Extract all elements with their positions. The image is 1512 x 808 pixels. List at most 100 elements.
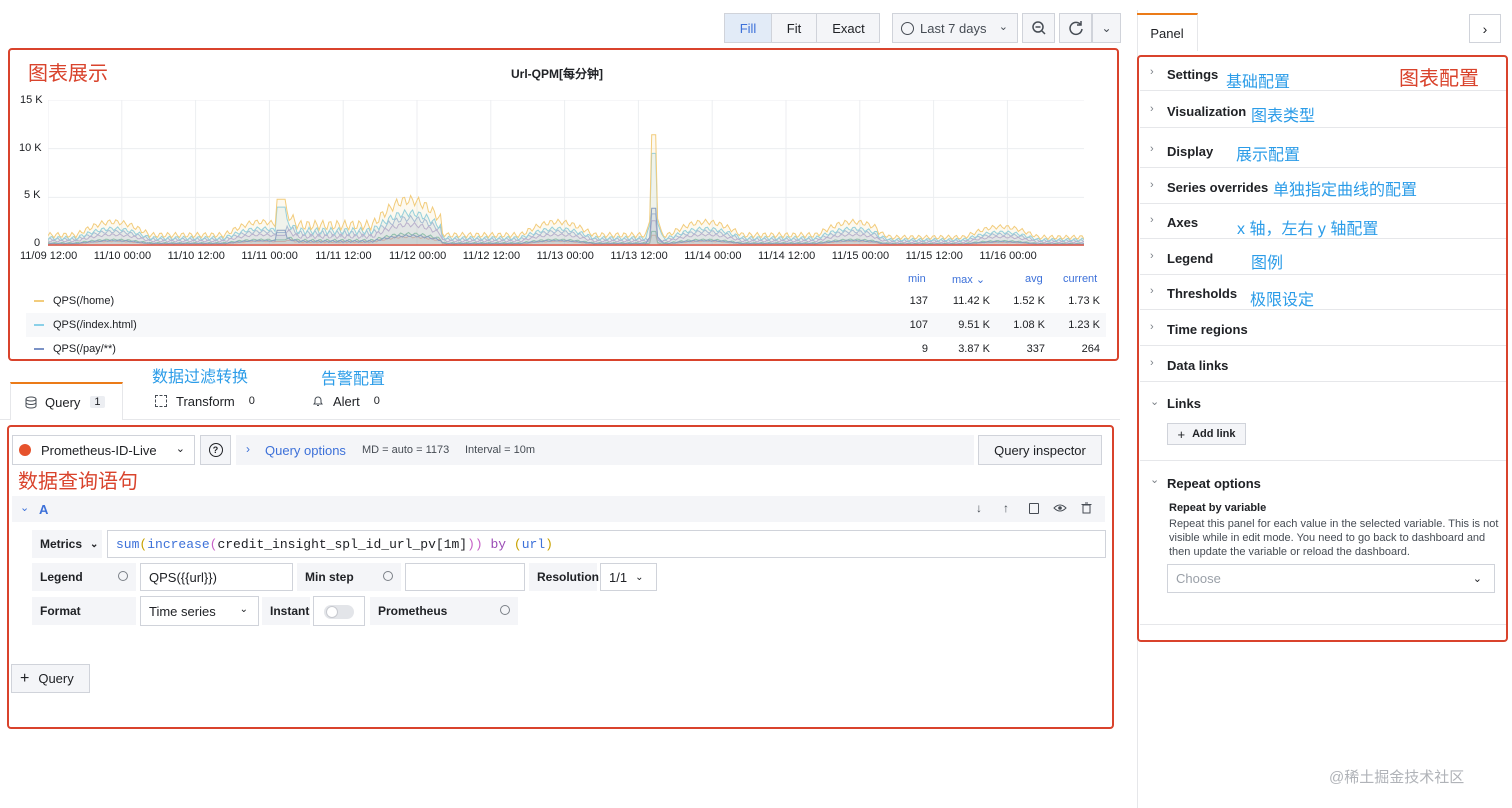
refresh-button[interactable] (1059, 13, 1092, 43)
query-inspector-button[interactable]: Query inspector (978, 435, 1102, 465)
sidebar-section-display[interactable]: › Display (1140, 133, 1506, 168)
sidebar-section-label: Display (1167, 144, 1214, 159)
legend-row[interactable]: QPS(/index.html) 107 9.51 K 1.08 K 1.23 K (26, 313, 1106, 337)
zoom-out-button[interactable] (1022, 13, 1055, 43)
sidebar-section-time-regions[interactable]: › Time regions (1140, 311, 1506, 346)
legend-current: 1.23 K (1068, 319, 1100, 331)
legend-header-avg[interactable]: avg (1025, 273, 1043, 285)
expr-sum: sum (116, 536, 140, 552)
legend-header-max-label: max (952, 274, 973, 286)
repeat-options-label: Repeat options (1167, 476, 1261, 491)
sidebar-section-label: Axes (1167, 215, 1199, 230)
time-range-picker[interactable]: Last 7 days ⌄ (892, 13, 1018, 43)
fill-button[interactable]: Fill (725, 14, 772, 42)
repeat-options-header[interactable]: ⌄ Repeat options (1140, 470, 1506, 496)
add-query-button[interactable]: + Query (11, 664, 90, 693)
tab-transform-count: 0 (248, 395, 255, 407)
refresh-interval-dropdown[interactable]: ⌄ (1092, 13, 1121, 43)
format-label: Format (40, 604, 81, 618)
bell-icon (313, 396, 323, 406)
sidebar-collapse-button[interactable]: › (1469, 14, 1501, 43)
chevron-down-icon: ⌄ (1150, 474, 1160, 486)
sidebar-section-links[interactable]: ⌄ Links (1140, 385, 1506, 420)
sidebar-section-thresholds[interactable]: › Thresholds (1140, 275, 1506, 310)
tab-alert-count: 0 (373, 395, 380, 407)
collapse-chevron-icon[interactable]: ⌄ (20, 501, 29, 514)
expr-paren: ) (545, 536, 553, 552)
repeat-variable-placeholder: Choose (1176, 571, 1221, 586)
min-step-input[interactable] (405, 563, 525, 591)
promql-expression-input[interactable]: sum(increase(credit_insight_spl_id_url_p… (107, 530, 1106, 558)
sidebar-section-settings[interactable]: › Settings (1140, 56, 1506, 91)
query-ref-id[interactable]: A (39, 502, 48, 517)
format-select[interactable]: Time series ⌄ (140, 596, 259, 626)
chart-title: Url-QPM[每分钟] (511, 67, 603, 81)
sidebar-section-visualization[interactable]: › Visualization (1140, 93, 1506, 128)
legend-row[interactable]: QPS(/home) 137 11.42 K 1.52 K 1.73 K (26, 289, 1106, 313)
chevron-down-icon: ⌄ (1472, 573, 1482, 585)
fit-button[interactable]: Fit (772, 14, 817, 42)
prometheus-logo-icon (19, 444, 31, 456)
tab-transform[interactable]: Transform 0 (155, 382, 259, 420)
chevron-right-icon: › (1150, 321, 1154, 333)
query-options-bar[interactable]: › Query options MD = auto = 1173 Interva… (236, 435, 974, 465)
expr-increase: increase (147, 536, 210, 552)
sidebar-section-label: Legend (1167, 251, 1214, 266)
exact-button[interactable]: Exact (817, 14, 880, 42)
legend-max: 3.87 K (958, 343, 990, 355)
expr-paren: )) (467, 536, 483, 552)
annotation-query-statement: 数据查询语句 (18, 471, 138, 493)
annotation-basic-config: 基础配置 (1226, 74, 1291, 91)
clock-icon (901, 21, 914, 35)
instant-toggle[interactable] (324, 605, 354, 619)
plus-icon: + (20, 669, 30, 687)
info-icon (383, 571, 393, 581)
expr-by: by (482, 536, 514, 552)
x-tick: 11/10 00:00 (93, 250, 152, 262)
sidebar-section-data-links[interactable]: › Data links (1140, 347, 1506, 382)
legend-header-min[interactable]: min (908, 273, 926, 285)
chevron-right-icon: › (246, 442, 250, 456)
annotation-chart-display: 图表展示 (28, 63, 108, 85)
add-query-label: Query (38, 671, 74, 686)
move-up-icon[interactable]: ↑ (1003, 501, 1009, 515)
trash-icon[interactable] (1081, 502, 1092, 514)
transform-icon (155, 395, 167, 407)
sidebar-section-label: Settings (1167, 67, 1219, 82)
min-step-label: Min step (305, 570, 354, 584)
chevron-down-icon: ⌄ (239, 604, 248, 615)
legend-swatch (34, 300, 44, 302)
sidebar-section-legend[interactable]: › Legend (1140, 240, 1506, 275)
instant-field-label: Instant (262, 597, 310, 625)
query-interval-value: Interval = 10m (465, 444, 536, 456)
tab-alert[interactable]: Alert 0 (312, 382, 384, 420)
chevron-down-icon: ⌄ (1150, 396, 1160, 408)
legend-min: 107 (909, 319, 928, 331)
legend-swatch (34, 348, 44, 350)
resolution-value: 1/1 (609, 569, 628, 585)
query-options-label: Query options (265, 443, 346, 458)
metrics-selector[interactable]: Metrics ⌄ (32, 530, 102, 558)
legend-format-input[interactable]: QPS({{url}}) (140, 563, 293, 591)
resolution-field-label: Resolution (529, 563, 599, 591)
duplicate-icon[interactable] (1029, 503, 1039, 514)
x-tick: 11/09 12:00 (20, 250, 78, 262)
tab-query[interactable]: Query 1 (10, 382, 123, 420)
database-icon (25, 396, 37, 408)
eye-icon[interactable] (1053, 503, 1067, 513)
legend-header-current[interactable]: current (1063, 273, 1097, 285)
add-link-button[interactable]: + Add link (1167, 423, 1246, 445)
legend-row[interactable]: QPS(/pay/**) 9 3.87 K 337 264 (26, 337, 1106, 361)
annotation-chart-type: 图表类型 (1251, 108, 1316, 125)
refresh-icon (1068, 21, 1083, 36)
tab-panel[interactable]: Panel (1137, 13, 1198, 51)
resolution-select[interactable]: 1/1 ⌄ (600, 563, 657, 591)
legend-max: 11.42 K (952, 295, 990, 307)
repeat-variable-select[interactable]: Choose ⌄ (1167, 564, 1495, 593)
time-range-label: Last 7 days (920, 20, 987, 36)
legend-header-max[interactable]: max ⌄ (952, 273, 985, 286)
move-down-icon[interactable]: ↓ (976, 501, 982, 515)
help-button[interactable]: ? (200, 435, 231, 465)
legend-label: Legend (40, 570, 83, 584)
datasource-picker[interactable]: Prometheus-ID-Live ⌄ (12, 435, 195, 465)
